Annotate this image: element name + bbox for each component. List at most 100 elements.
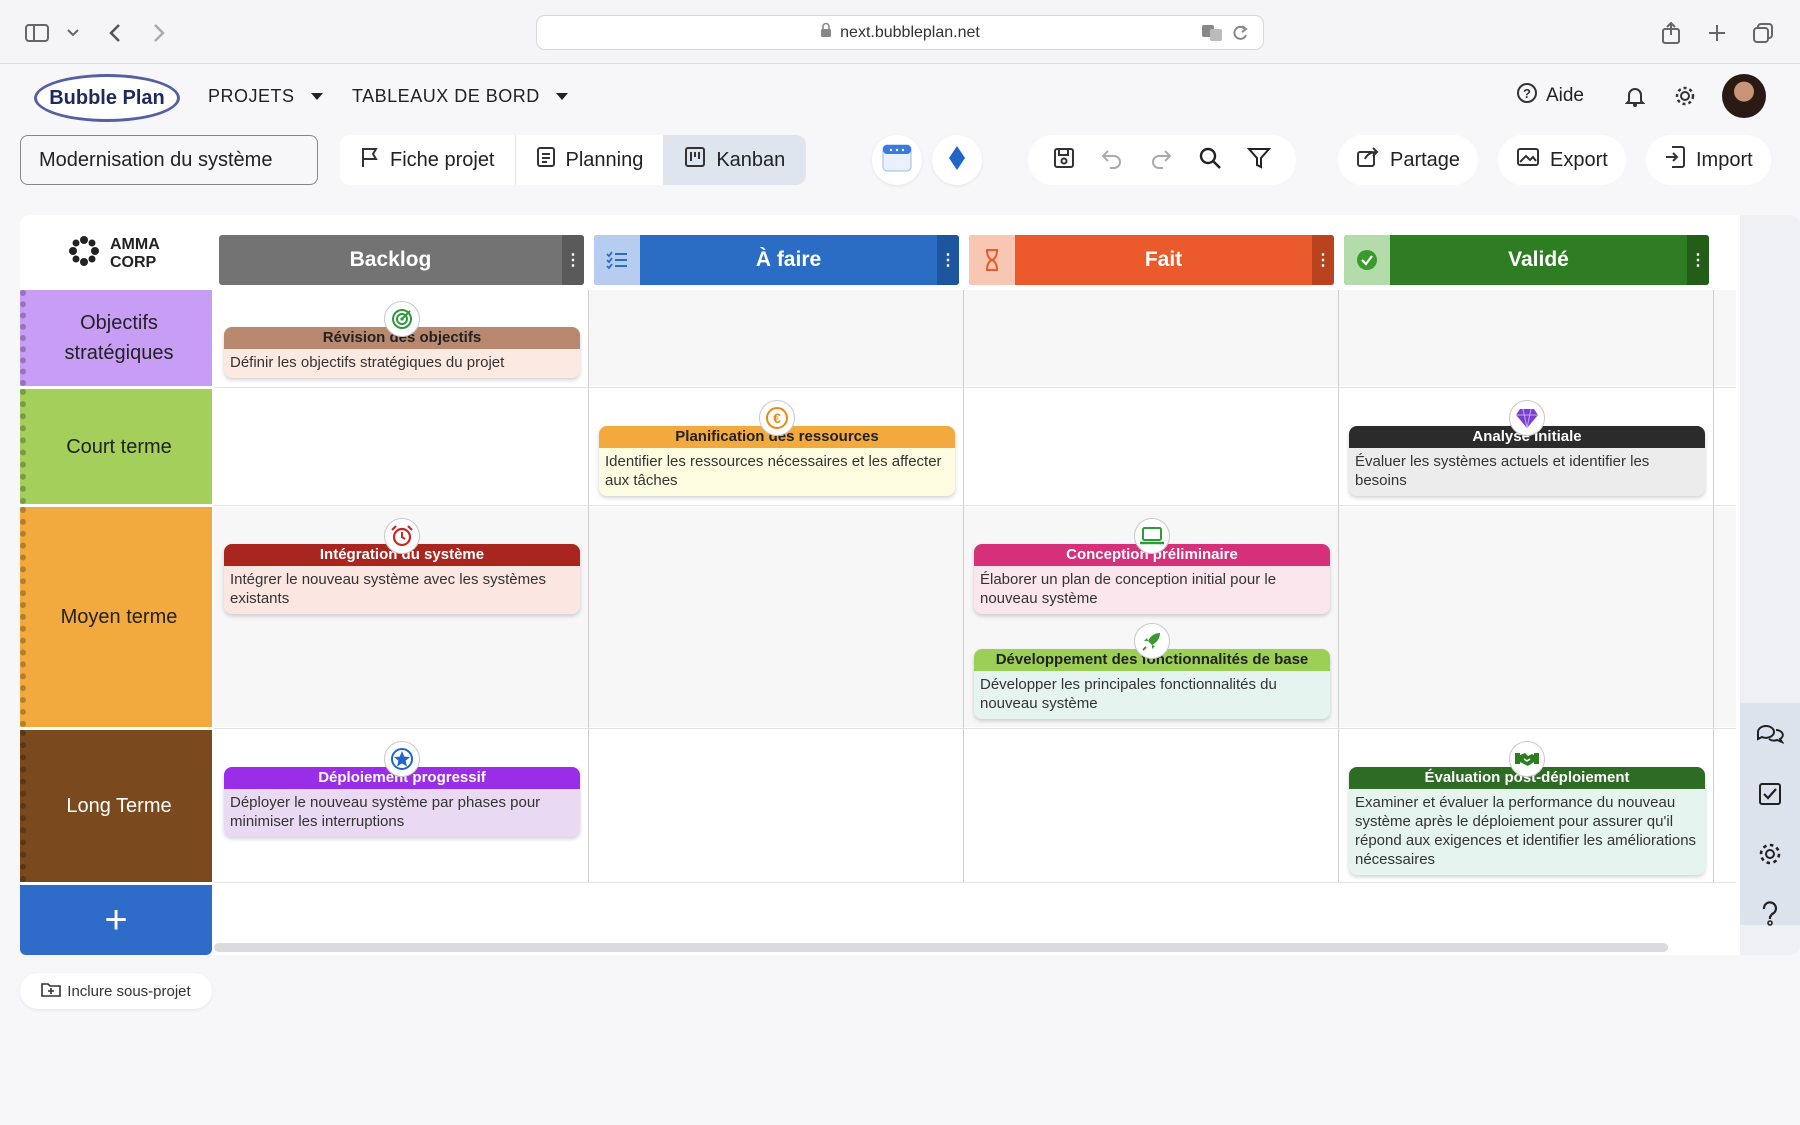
card-description: Développer les principales fonctionnalit… — [980, 676, 1277, 712]
tab-project-sheet[interactable]: Fiche projet — [340, 135, 516, 185]
projects-menu-label: PROJETS — [208, 86, 295, 106]
column-divider — [963, 290, 964, 882]
filter-icon[interactable] — [1247, 146, 1272, 175]
browser-toolbar: next.bubbleplan.net — [0, 0, 1800, 64]
company-logo-icon — [68, 235, 100, 272]
row-divider — [214, 882, 1736, 883]
checkbox-icon[interactable] — [1756, 780, 1784, 808]
task-card[interactable]: Analyse Initiale Évaluer les systèmes ac… — [1349, 400, 1705, 496]
folder-plus-icon — [41, 981, 62, 1001]
calendar-view-button[interactable] — [872, 135, 922, 185]
dashboards-menu-label: TABLEAUX DE BORD — [352, 86, 540, 106]
check-circle-icon — [1344, 235, 1390, 285]
import-button[interactable]: Import — [1646, 135, 1771, 185]
tabs-overview-icon[interactable] — [1750, 20, 1776, 46]
checklist-icon — [594, 235, 640, 285]
tab-label: Kanban — [716, 148, 786, 171]
column-header-validated[interactable]: Validé ⋮ — [1344, 235, 1709, 285]
milestone-button[interactable] — [932, 135, 982, 185]
kanban-board: AMMA CORP Backlog ⋮ À faire ⋮ Fait ⋮ Vali… — [20, 215, 1800, 955]
target-icon — [384, 301, 420, 337]
tab-kanban[interactable]: Kanban — [664, 135, 807, 185]
task-card[interactable]: Développement des fonctionnalités de bas… — [974, 623, 1330, 719]
column-header-done[interactable]: Fait ⋮ — [969, 235, 1334, 285]
app-logo[interactable]: Bubble Plan — [34, 74, 180, 122]
question-circle-icon: ? — [1516, 82, 1538, 110]
column-divider — [1338, 290, 1339, 882]
card-description: Intégrer le nouveau système avec les sys… — [230, 571, 546, 607]
back-icon[interactable] — [102, 20, 128, 46]
row-label-short-term[interactable]: Court terme — [20, 389, 212, 504]
row-label-long-term[interactable]: Long Terme — [20, 730, 212, 882]
card-description: Évaluer les systèmes actuels et identifi… — [1355, 453, 1650, 489]
euro-icon: € — [759, 400, 795, 436]
flag-icon — [360, 146, 380, 174]
alarm-icon — [384, 518, 420, 554]
caret-down-icon — [555, 93, 568, 100]
sidebar-toggle-icon[interactable] — [24, 20, 50, 46]
row-label-strategic[interactable]: Objectifs stratégiques — [20, 290, 212, 386]
gear-icon[interactable] — [1756, 840, 1784, 868]
task-card[interactable]: Intégration du système Intégrer le nouve… — [224, 518, 580, 614]
task-card[interactable]: Révision des objectifs Définir les objec… — [224, 301, 580, 378]
share-icon[interactable] — [1658, 20, 1684, 46]
save-icon[interactable] — [1053, 147, 1075, 174]
more-vertical-icon[interactable]: ⋮ — [562, 235, 584, 285]
handshake-icon — [1509, 741, 1545, 777]
row-divider — [214, 387, 1736, 388]
task-card[interactable]: Évaluation post-déploiement Examiner et … — [1349, 741, 1705, 875]
task-card[interactable]: Conception préliminaire Élaborer un plan… — [974, 518, 1330, 614]
column-header-backlog[interactable]: Backlog ⋮ — [219, 235, 584, 285]
view-tabs: Fiche projet Planning Kanban — [340, 135, 807, 185]
task-card[interactable]: € Planification des ressources Identifie… — [599, 400, 955, 496]
dashboards-menu[interactable]: TABLEAUX DE BORD — [352, 86, 568, 107]
svg-text:?: ? — [1523, 86, 1531, 101]
horizontal-scrollbar[interactable] — [214, 943, 1668, 952]
help-button[interactable]: ? Aide — [1516, 82, 1584, 110]
new-tab-icon[interactable] — [1704, 20, 1730, 46]
project-selector[interactable]: Modernisation du système — [20, 135, 318, 185]
row-label-mid-term[interactable]: Moyen terme — [20, 507, 212, 727]
chat-icon[interactable] — [1756, 720, 1784, 748]
more-vertical-icon[interactable]: ⋮ — [1312, 235, 1334, 285]
projects-menu[interactable]: PROJETS — [208, 86, 323, 107]
tab-label: Fiche projet — [390, 148, 495, 171]
export-label: Export — [1550, 148, 1608, 171]
project-name: Modernisation du système — [39, 148, 273, 171]
share-button[interactable]: Partage — [1338, 135, 1479, 185]
more-vertical-icon[interactable]: ⋮ — [1687, 235, 1709, 285]
gear-icon[interactable] — [1672, 83, 1698, 109]
translate-icon[interactable] — [1201, 23, 1225, 48]
plus-icon: + — [104, 897, 128, 942]
redo-icon[interactable] — [1149, 147, 1173, 174]
help-icon[interactable] — [1756, 900, 1784, 928]
more-vertical-icon[interactable]: ⋮ — [937, 235, 959, 285]
column-header-todo[interactable]: À faire ⋮ — [594, 235, 959, 285]
calendar-icon — [882, 144, 912, 177]
tab-planning[interactable]: Planning — [516, 135, 665, 185]
app-header: Bubble Plan PROJETS TABLEAUX DE BORD ? A… — [0, 64, 1800, 128]
row-divider — [214, 728, 1736, 729]
bell-icon[interactable] — [1622, 83, 1648, 109]
include-subproject-button[interactable]: Inclure sous-projet — [20, 973, 212, 1009]
address-bar[interactable]: next.bubbleplan.net — [536, 15, 1264, 50]
chevron-down-icon[interactable] — [60, 20, 86, 46]
forward-icon[interactable] — [146, 20, 172, 46]
hourglass-icon — [969, 235, 1015, 285]
export-button[interactable]: Export — [1498, 135, 1626, 185]
row-label-text: Long Terme — [66, 795, 172, 817]
company-name-line2: CORP — [110, 253, 157, 271]
row-label-text: Moyen terme — [60, 606, 178, 628]
search-icon[interactable] — [1198, 146, 1222, 175]
task-card[interactable]: Déploiement progressif Déployer le nouve… — [224, 741, 580, 837]
column-title: Validé — [1508, 248, 1569, 271]
import-label: Import — [1696, 148, 1753, 171]
header-right: ? Aide — [1516, 74, 1800, 118]
logo-text: Bubble Plan — [49, 86, 165, 109]
avatar[interactable] — [1722, 74, 1766, 118]
reload-icon[interactable] — [1231, 23, 1249, 48]
cell-background — [588, 290, 1736, 386]
undo-icon[interactable] — [1100, 147, 1124, 174]
star-icon — [384, 741, 420, 777]
add-row-button[interactable]: + — [20, 885, 212, 955]
